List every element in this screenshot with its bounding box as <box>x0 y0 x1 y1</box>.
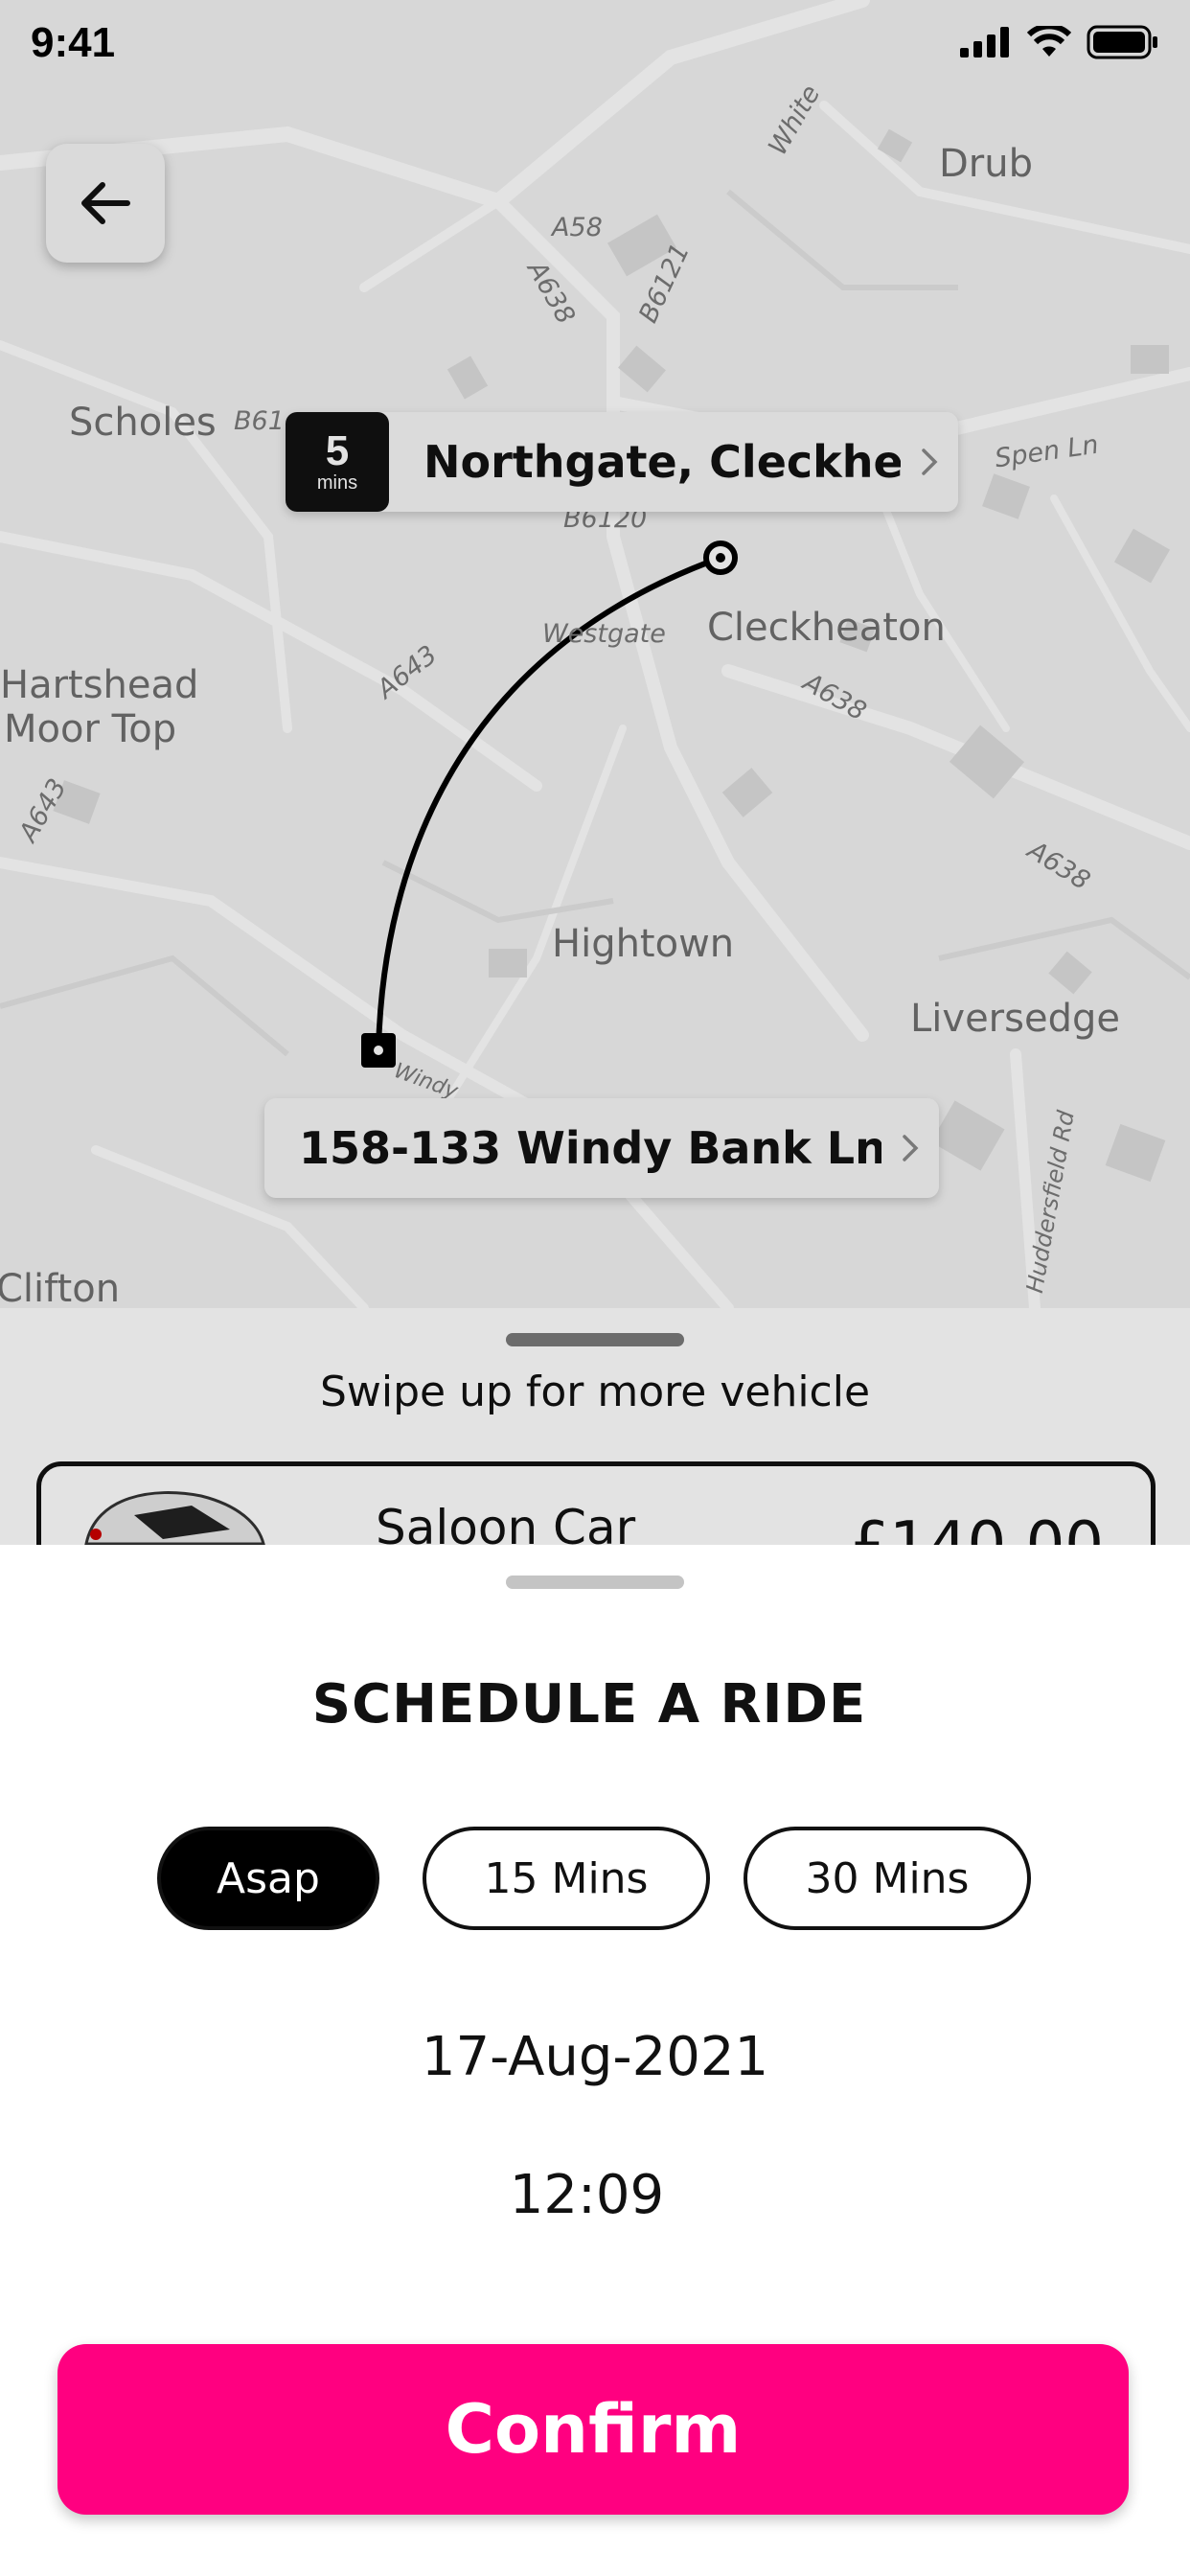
time-picker[interactable]: 12:09 <box>0 2164 1174 2226</box>
option-asap-button[interactable]: Asap <box>157 1827 379 1930</box>
schedule-title: SCHEDULE A RIDE <box>311 1673 867 1736</box>
dim-overlay[interactable] <box>0 0 1190 1548</box>
sheet-drag-handle[interactable] <box>506 1576 684 1589</box>
confirm-button[interactable]: Confirm <box>57 2344 1129 2515</box>
option-30-mins-button[interactable]: 30 Mins <box>744 1827 1031 1930</box>
schedule-sheet: SCHEDULE A RIDE Asap 15 Mins 30 Mins 17-… <box>0 1545 1190 2576</box>
option-15-mins-button[interactable]: 15 Mins <box>423 1827 710 1930</box>
date-picker[interactable]: 17-Aug-2021 <box>0 2026 1190 2088</box>
